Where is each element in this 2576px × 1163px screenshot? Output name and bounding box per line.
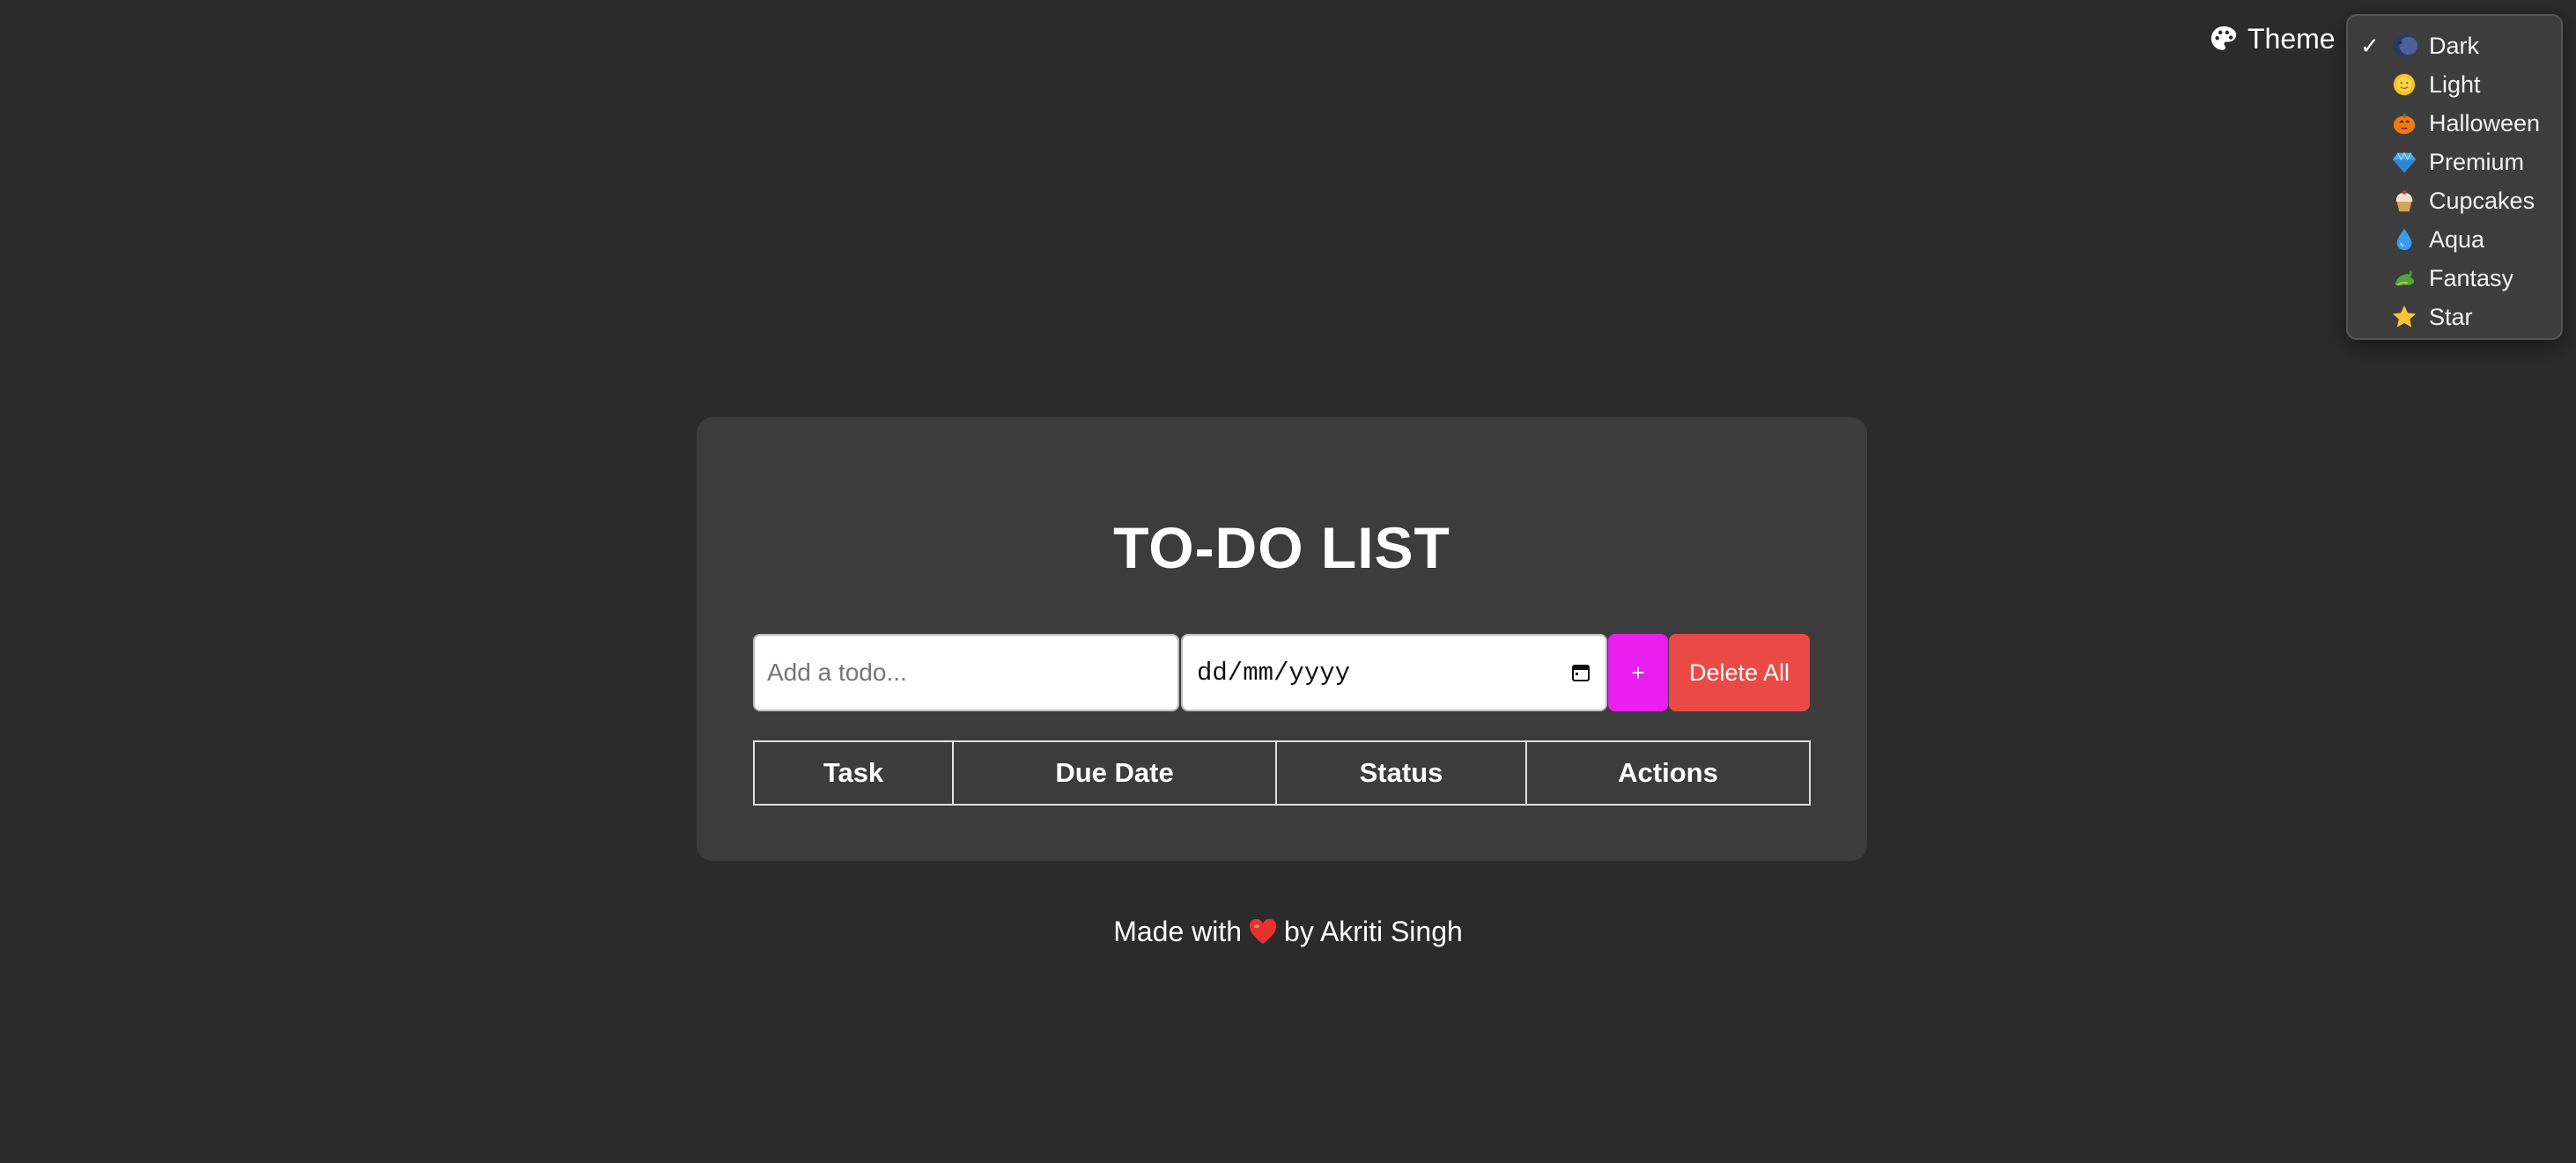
todo-table: Task Due Date Status Actions (753, 740, 1811, 806)
star-icon (2390, 303, 2418, 331)
theme-option-label: Star (2429, 303, 2473, 330)
theme-option-premium[interactable]: Premium (2348, 143, 2561, 181)
calendar-icon[interactable] (1570, 662, 1591, 683)
cupcake-icon (2390, 187, 2418, 215)
theme-option-label: Cupcakes (2429, 187, 2535, 214)
theme-option-label: Light (2429, 70, 2481, 98)
theme-option-label: Aqua (2429, 225, 2485, 253)
footer-author: by Akriti Singh (1284, 916, 1463, 947)
check-icon: ✓ (2360, 33, 2380, 59)
page-title: TO-DO LIST (1113, 515, 1450, 580)
column-header-due-date: Due Date (952, 740, 1277, 806)
due-date-input[interactable]: dd/mm/yyyy (1181, 634, 1607, 711)
todo-card: TO-DO LIST dd/mm/yyyy + Delete All Task … (697, 417, 1867, 861)
theme-option-aqua[interactable]: Aqua (2348, 220, 2561, 259)
theme-option-cupcakes[interactable]: Cupcakes (2348, 181, 2561, 220)
theme-option-label: Premium (2429, 148, 2525, 175)
theme-option-halloween[interactable]: Halloween (2348, 104, 2561, 143)
droplet-icon (2390, 225, 2418, 254)
theme-option-label: Dark (2429, 32, 2480, 59)
add-todo-button[interactable]: + (1608, 634, 1668, 711)
theme-option-fantasy[interactable]: Fantasy (2348, 259, 2561, 298)
theme-option-light[interactable]: Light (2348, 65, 2561, 104)
date-placeholder: dd/mm/yyyy (1197, 658, 1351, 688)
column-header-task: Task (753, 740, 954, 806)
theme-option-label: Halloween (2429, 109, 2541, 136)
footer-prefix: Made with (1113, 916, 1243, 947)
diamond-icon (2390, 148, 2418, 176)
table-header-row: Task Due Date Status Actions (753, 740, 1811, 806)
column-header-actions: Actions (1525, 740, 1811, 806)
heart-icon (1249, 918, 1277, 944)
theme-option-dark[interactable]: ✓ Dark (2348, 26, 2561, 65)
theme-menu: ✓ Dark Light Halloween Premium Cupcakes … (2346, 14, 2563, 340)
pumpkin-icon (2390, 109, 2418, 137)
palette-icon (2211, 26, 2237, 50)
theme-label: Theme (2248, 22, 2336, 55)
footer: Made with by Akriti Singh (0, 916, 2576, 948)
dragon-icon (2390, 264, 2418, 292)
column-header-status: Status (1275, 740, 1527, 806)
sun-icon (2390, 70, 2418, 99)
theme-toggle-button[interactable]: Theme (2209, 18, 2336, 60)
theme-option-label: Fantasy (2429, 264, 2514, 291)
delete-all-button[interactable]: Delete All (1669, 634, 1810, 711)
moon-icon (2390, 32, 2418, 60)
theme-option-star[interactable]: Star (2348, 298, 2561, 336)
todo-input[interactable] (753, 634, 1179, 711)
